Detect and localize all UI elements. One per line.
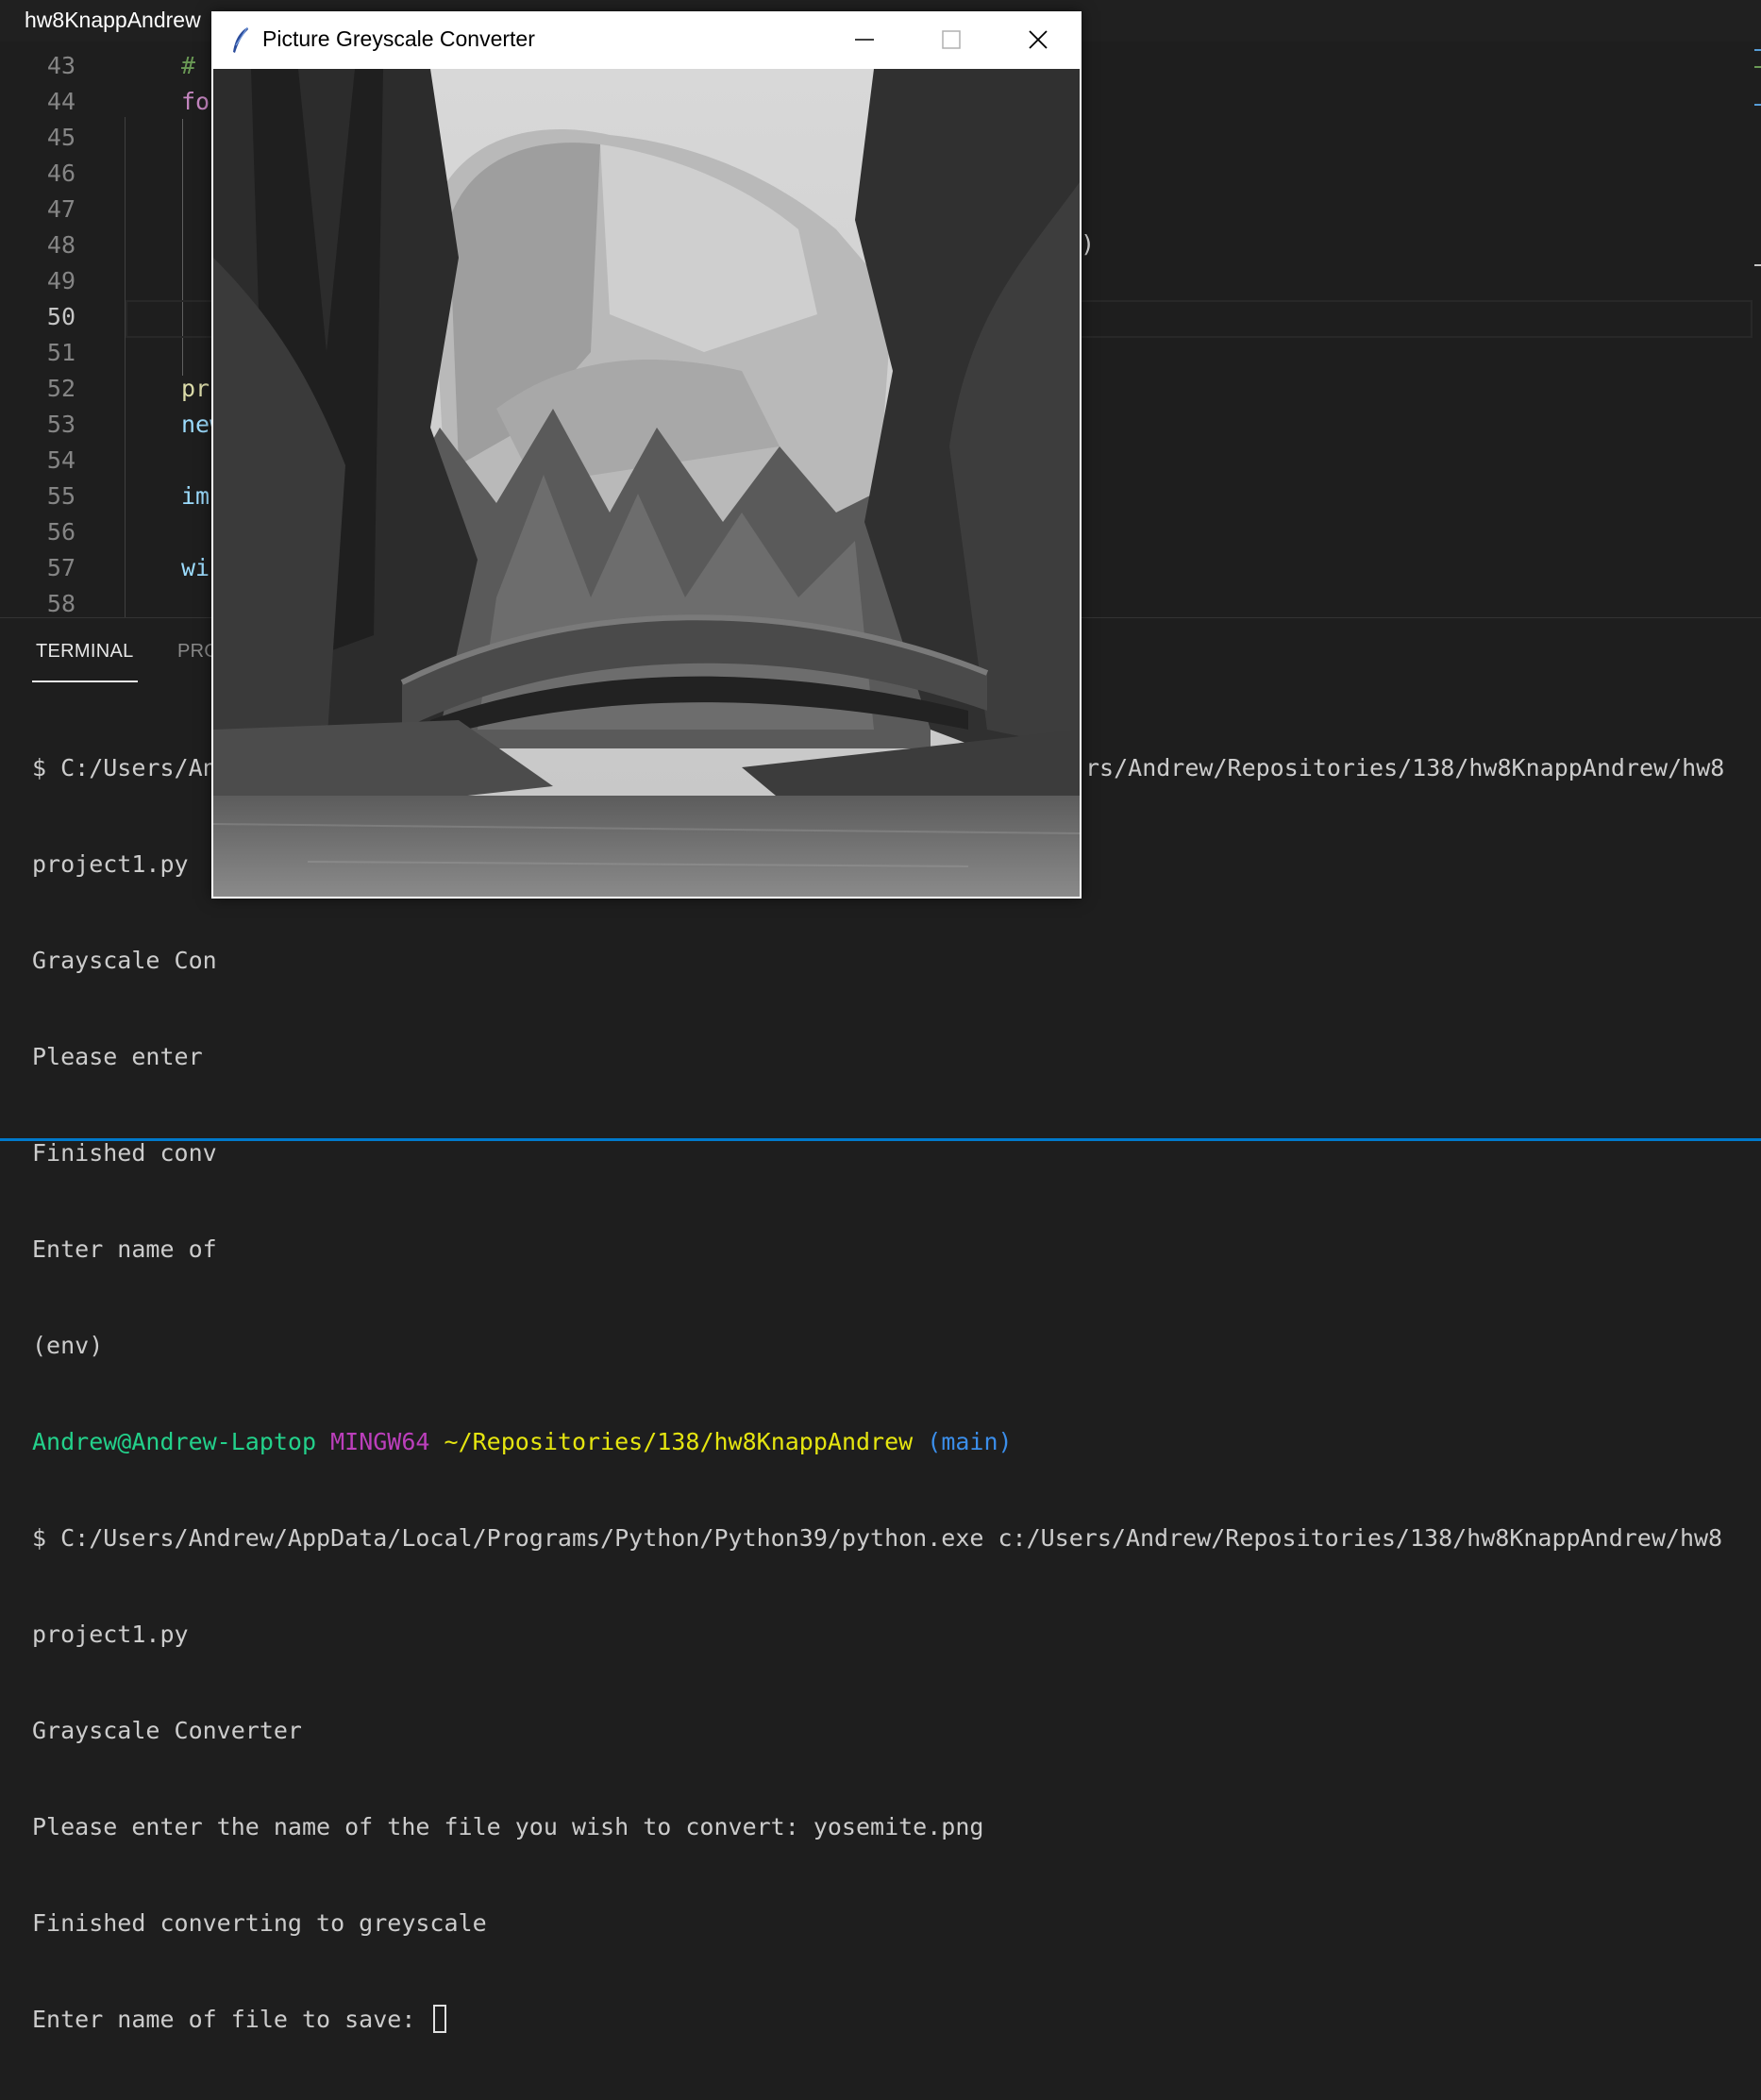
terminal-line: Enter name of bbox=[32, 1235, 217, 1263]
terminal-line: Finished conv bbox=[32, 1139, 217, 1167]
window-title: hw8KnappAndrew bbox=[25, 8, 201, 32]
line-number: 56 bbox=[46, 518, 75, 546]
tk-title-bar[interactable]: Picture Greyscale Converter bbox=[211, 11, 1082, 68]
greyscale-landscape-image bbox=[213, 69, 1080, 897]
line-number: 43 bbox=[46, 52, 75, 79]
line-number: 55 bbox=[46, 482, 75, 510]
maximize-button[interactable] bbox=[908, 11, 995, 68]
line-number: 45 bbox=[46, 124, 75, 151]
line-number: 47 bbox=[46, 195, 75, 223]
terminal-line: $ C:/Users/Andrew/AppData/Local/Programs… bbox=[32, 1524, 1723, 1552]
code-line: im bbox=[181, 482, 210, 510]
terminal-line: Please enter bbox=[32, 1043, 203, 1070]
terminal-line: project1.py bbox=[32, 1621, 189, 1648]
line-number: 58 bbox=[46, 590, 75, 617]
terminal-line: Please enter the name of the file you wi… bbox=[32, 1813, 984, 1840]
maximize-icon bbox=[942, 30, 961, 49]
line-number: 51 bbox=[46, 339, 75, 366]
line-number: 52 bbox=[46, 375, 75, 402]
code-line: # bbox=[181, 52, 196, 79]
code-line: pr bbox=[181, 375, 210, 402]
prompt-path: ~/Repositories/138/hw8KnappAndrew bbox=[444, 1428, 914, 1455]
terminal-line: Grayscale Con bbox=[32, 947, 217, 974]
feather-icon bbox=[230, 26, 251, 59]
terminal-prompt: Andrew@Andrew-Laptop MINGW64 ~/Repositor… bbox=[32, 1426, 1759, 1458]
terminal-line: (env) bbox=[32, 1332, 104, 1359]
line-number: 57 bbox=[46, 554, 75, 581]
line-number: 53 bbox=[46, 411, 75, 438]
terminal-line: Finished converting to greyscale bbox=[32, 1909, 487, 1937]
indent-guide bbox=[125, 117, 126, 617]
line-number: 48 bbox=[46, 231, 75, 259]
tk-window-title: Picture Greyscale Converter bbox=[262, 26, 535, 51]
code-fragment: ) bbox=[1081, 230, 1096, 258]
tab-terminal[interactable]: TERMINAL bbox=[36, 641, 134, 663]
scrollbar[interactable] bbox=[1753, 42, 1761, 617]
code-line: fo bbox=[181, 88, 210, 115]
tk-window[interactable]: Picture Greyscale Converter bbox=[211, 11, 1082, 899]
line-number: 54 bbox=[46, 446, 75, 474]
terminal-input-line[interactable]: Enter name of file to save: bbox=[32, 2004, 1759, 2036]
line-number: 49 bbox=[46, 267, 75, 294]
line-number: 46 bbox=[46, 160, 75, 187]
prompt-shell: MINGW64 bbox=[330, 1428, 430, 1455]
prompt-user: Andrew@Andrew-Laptop bbox=[32, 1428, 317, 1455]
active-tab-indicator bbox=[32, 680, 138, 682]
line-number: 44 bbox=[46, 88, 75, 115]
terminal-line: Grayscale Converter bbox=[32, 1717, 302, 1744]
minimize-icon bbox=[855, 39, 874, 41]
close-button[interactable] bbox=[995, 11, 1082, 68]
terminal-cursor bbox=[433, 2005, 447, 2033]
close-icon bbox=[1029, 30, 1048, 49]
terminal-output[interactable]: $ C:/Users/An rs/Andrew/Repositories/138/… bbox=[32, 688, 1759, 2100]
minimize-button[interactable] bbox=[821, 11, 908, 68]
code-line: wi bbox=[181, 554, 210, 581]
line-number: 50 bbox=[46, 303, 75, 330]
prompt-branch: (main) bbox=[927, 1428, 1013, 1455]
